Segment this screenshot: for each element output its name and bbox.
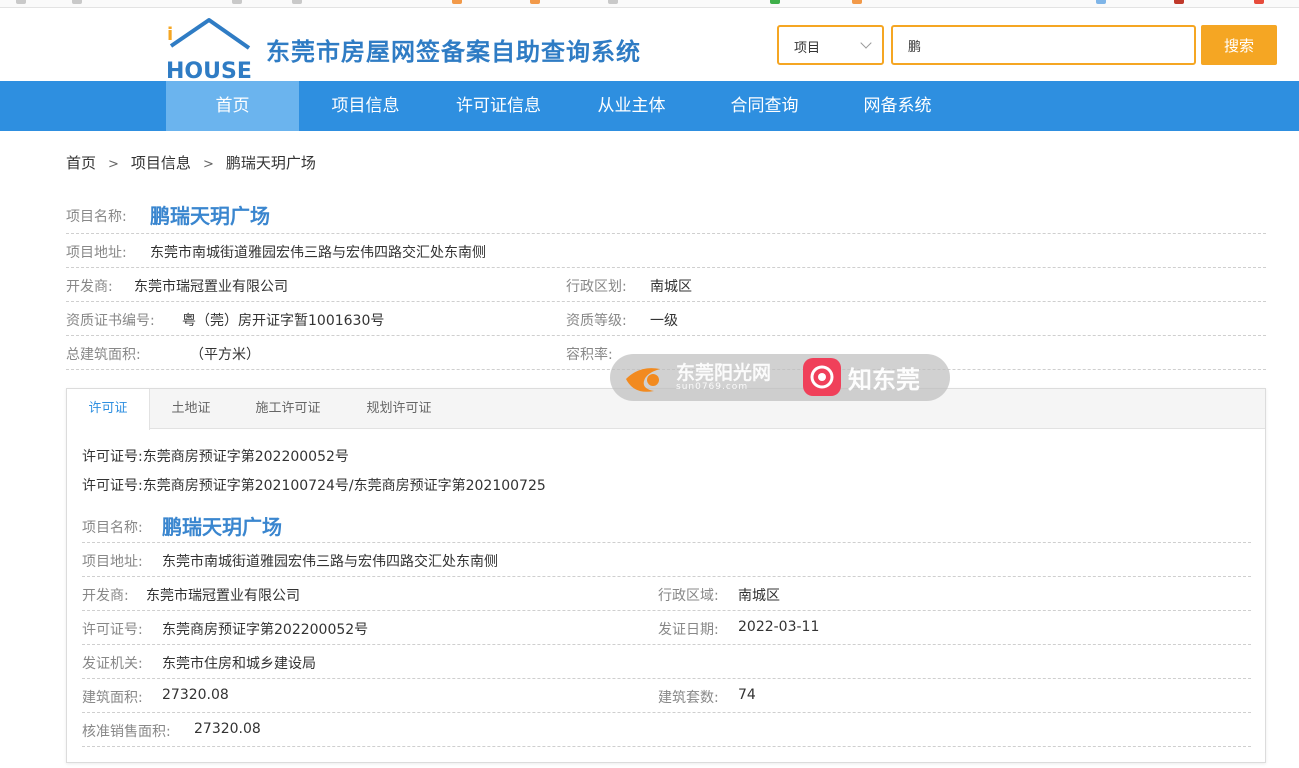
main-nav: 首页 项目信息 许可证信息 从业主体 合同查询 网备系统 (0, 81, 1299, 131)
district: 南城区 (650, 279, 692, 295)
search-input[interactable] (891, 25, 1196, 65)
tab-construction-permit[interactable]: 施工许可证 (232, 389, 344, 429)
build-area: 27320.08 (162, 687, 229, 703)
zhidongguan-logo-icon (803, 358, 841, 396)
license-address-row: 项目地址: 东莞市南城街道雅园宏伟三路与宏伟四路交汇处东南侧 (82, 543, 1251, 577)
breadcrumb-separator: > (202, 157, 214, 172)
project-name-label: 项目名称: (66, 209, 127, 225)
permit-line: 许可证号:东莞商房预证字第202100724号/东莞商房预证字第20210072… (82, 475, 546, 495)
developer-label: 开发商: (66, 279, 113, 295)
license-project-name-row: 项目名称: 鹏瑞天玥广场 (82, 507, 1251, 543)
site-title: 东莞市房屋网签备案自助查询系统 (266, 38, 641, 66)
project-name-label: 项目名称: (82, 520, 143, 536)
permit-label: 许可证号: (82, 449, 143, 465)
bookmark-icon[interactable] (1254, 0, 1264, 4)
tab-land-cert[interactable]: 土地证 (150, 389, 232, 429)
license-developer-row: 开发商: 东莞市瑞冠置业有限公司 行政区域: 南城区 (82, 577, 1251, 611)
bookmark-icon[interactable] (72, 0, 82, 4)
sun0769-logo-icon (626, 368, 660, 392)
permit-no: 东莞商房预证字第202200052号 (162, 622, 369, 638)
tab-license[interactable]: 许可证 (67, 389, 150, 430)
district: 南城区 (738, 588, 780, 604)
nav-item-practitioners[interactable]: 从业主体 (565, 81, 698, 131)
bookmark-icon[interactable] (530, 0, 540, 4)
project-name: 鹏瑞天玥广场 (162, 515, 282, 539)
breadcrumb-project-info[interactable]: 项目信息 (131, 154, 191, 172)
chevron-down-icon (860, 37, 872, 49)
developer: 东莞市瑞冠置业有限公司 (134, 279, 288, 295)
permit-value: 东莞商房预证字第202100724号/东莞商房预证字第202100725 (142, 478, 546, 494)
search-button[interactable]: 搜索 (1201, 25, 1277, 65)
ihouse-logo[interactable]: i HOUSE (165, 16, 253, 80)
project-address: 东莞市南城街道雅园宏伟三路与宏伟四路交汇处东南侧 (150, 245, 486, 261)
project-name: 鹏瑞天玥广场 (150, 204, 270, 228)
district-label: 行政区域: (658, 588, 719, 604)
search-type-value: 项目 (794, 41, 821, 56)
permit-label: 许可证号: (82, 478, 143, 494)
permit-line: 许可证号:东莞商房预证字第202200052号 (82, 446, 349, 466)
watermark-brand-2: 知东莞 (848, 366, 920, 394)
svg-text:HOUSE: HOUSE (166, 59, 252, 80)
developer-label: 开发商: (82, 588, 129, 604)
site-header: i HOUSE 东莞市房屋网签备案自助查询系统 项目 搜索 (0, 8, 1299, 81)
license-panel: 许可证 土地证 施工许可证 规划许可证 许可证号:东莞商房预证字第2022000… (66, 388, 1266, 763)
breadcrumb-current: 鹏瑞天玥广场 (225, 154, 316, 172)
nav-item-home[interactable]: 首页 (166, 81, 299, 131)
bookmark-icon[interactable] (1174, 0, 1184, 4)
breadcrumb-separator: > (108, 157, 119, 172)
breadcrumb-home[interactable]: 首页 (66, 154, 96, 172)
bookmark-icon[interactable] (232, 0, 242, 4)
cert-level: 一级 (650, 313, 678, 329)
issue-date: 2022-03-11 (738, 619, 820, 635)
project-address: 东莞市南城街道雅园宏伟三路与宏伟四路交汇处东南侧 (162, 554, 498, 570)
qualification-row: 资质证书编号: 粤（莞）房开证字暂1001630号 资质等级: 一级 (66, 302, 1266, 336)
nav-item-permit-info[interactable]: 许可证信息 (432, 81, 565, 131)
permit-no-label: 许可证号: (82, 622, 143, 638)
watermark: 东莞阳光网 sun0769.com 知东莞 (610, 354, 950, 401)
license-authority-row: 发证机关: 东莞市住房和城乡建设局 (82, 645, 1251, 679)
search-type-select[interactable]: 项目 (777, 25, 884, 65)
issue-date-label: 发证日期: (658, 622, 719, 638)
nav-item-project-info[interactable]: 项目信息 (299, 81, 432, 131)
permit-value: 东莞商房预证字第202200052号 (142, 449, 349, 465)
area-label: 总建筑面积: (66, 347, 141, 363)
bookmark-icon[interactable] (452, 0, 462, 4)
tab-planning-permit[interactable]: 规划许可证 (344, 389, 454, 429)
authority-label: 发证机关: (82, 656, 143, 672)
cert-no: 粤（莞）房开证字暂1001630号 (182, 313, 385, 329)
developer: 东莞市瑞冠置业有限公司 (146, 588, 300, 604)
license-area-row: 建筑面积: 27320.08 建筑套数: 74 (82, 679, 1251, 713)
sale-area: 27320.08 (194, 721, 261, 737)
bookmark-icon[interactable] (608, 0, 618, 4)
bookmark-icon[interactable] (292, 0, 302, 4)
project-name-row: 项目名称: 鹏瑞天玥广场 (66, 196, 1266, 234)
bookmark-icon[interactable] (1096, 0, 1106, 4)
sale-area-label: 核准销售面积: (82, 724, 171, 740)
bookmark-icon[interactable] (852, 0, 862, 4)
watermark-brand-sub: sun0769.com (676, 382, 749, 392)
nav-item-filing-system[interactable]: 网备系统 (831, 81, 964, 131)
license-sale-area-row: 核准销售面积: 27320.08 (82, 713, 1251, 747)
developer-row: 开发商: 东莞市瑞冠置业有限公司 行政区划: 南城区 (66, 268, 1266, 302)
project-address-row: 项目地址: 东莞市南城街道雅园宏伟三路与宏伟四路交汇处东南侧 (66, 234, 1266, 268)
license-permit-row: 许可证号: 东莞商房预证字第202200052号 发证日期: 2022-03-1… (82, 611, 1251, 645)
authority: 东莞市住房和城乡建设局 (162, 656, 316, 672)
project-address-label: 项目地址: (82, 554, 143, 570)
cert-level-label: 资质等级: (566, 313, 627, 329)
nav-item-contract-query[interactable]: 合同查询 (698, 81, 831, 131)
bookmark-bar (0, 0, 1299, 8)
bookmark-icon[interactable] (770, 0, 780, 4)
units-label: 建筑套数: (658, 690, 719, 706)
breadcrumb: 首页 > 项目信息 > 鹏瑞天玥广场 (66, 152, 316, 173)
district-label: 行政区划: (566, 279, 627, 295)
svg-text:i: i (167, 24, 173, 45)
watermark-brand: 东莞阳光网 (676, 362, 772, 384)
far-label: 容积率: (566, 347, 613, 363)
area-unit: （平方米） (190, 347, 260, 363)
project-address-label: 项目地址: (66, 245, 127, 261)
build-area-label: 建筑面积: (82, 690, 143, 706)
units: 74 (738, 687, 756, 703)
bookmark-icon[interactable] (16, 0, 26, 4)
cert-no-label: 资质证书编号: (66, 313, 155, 329)
